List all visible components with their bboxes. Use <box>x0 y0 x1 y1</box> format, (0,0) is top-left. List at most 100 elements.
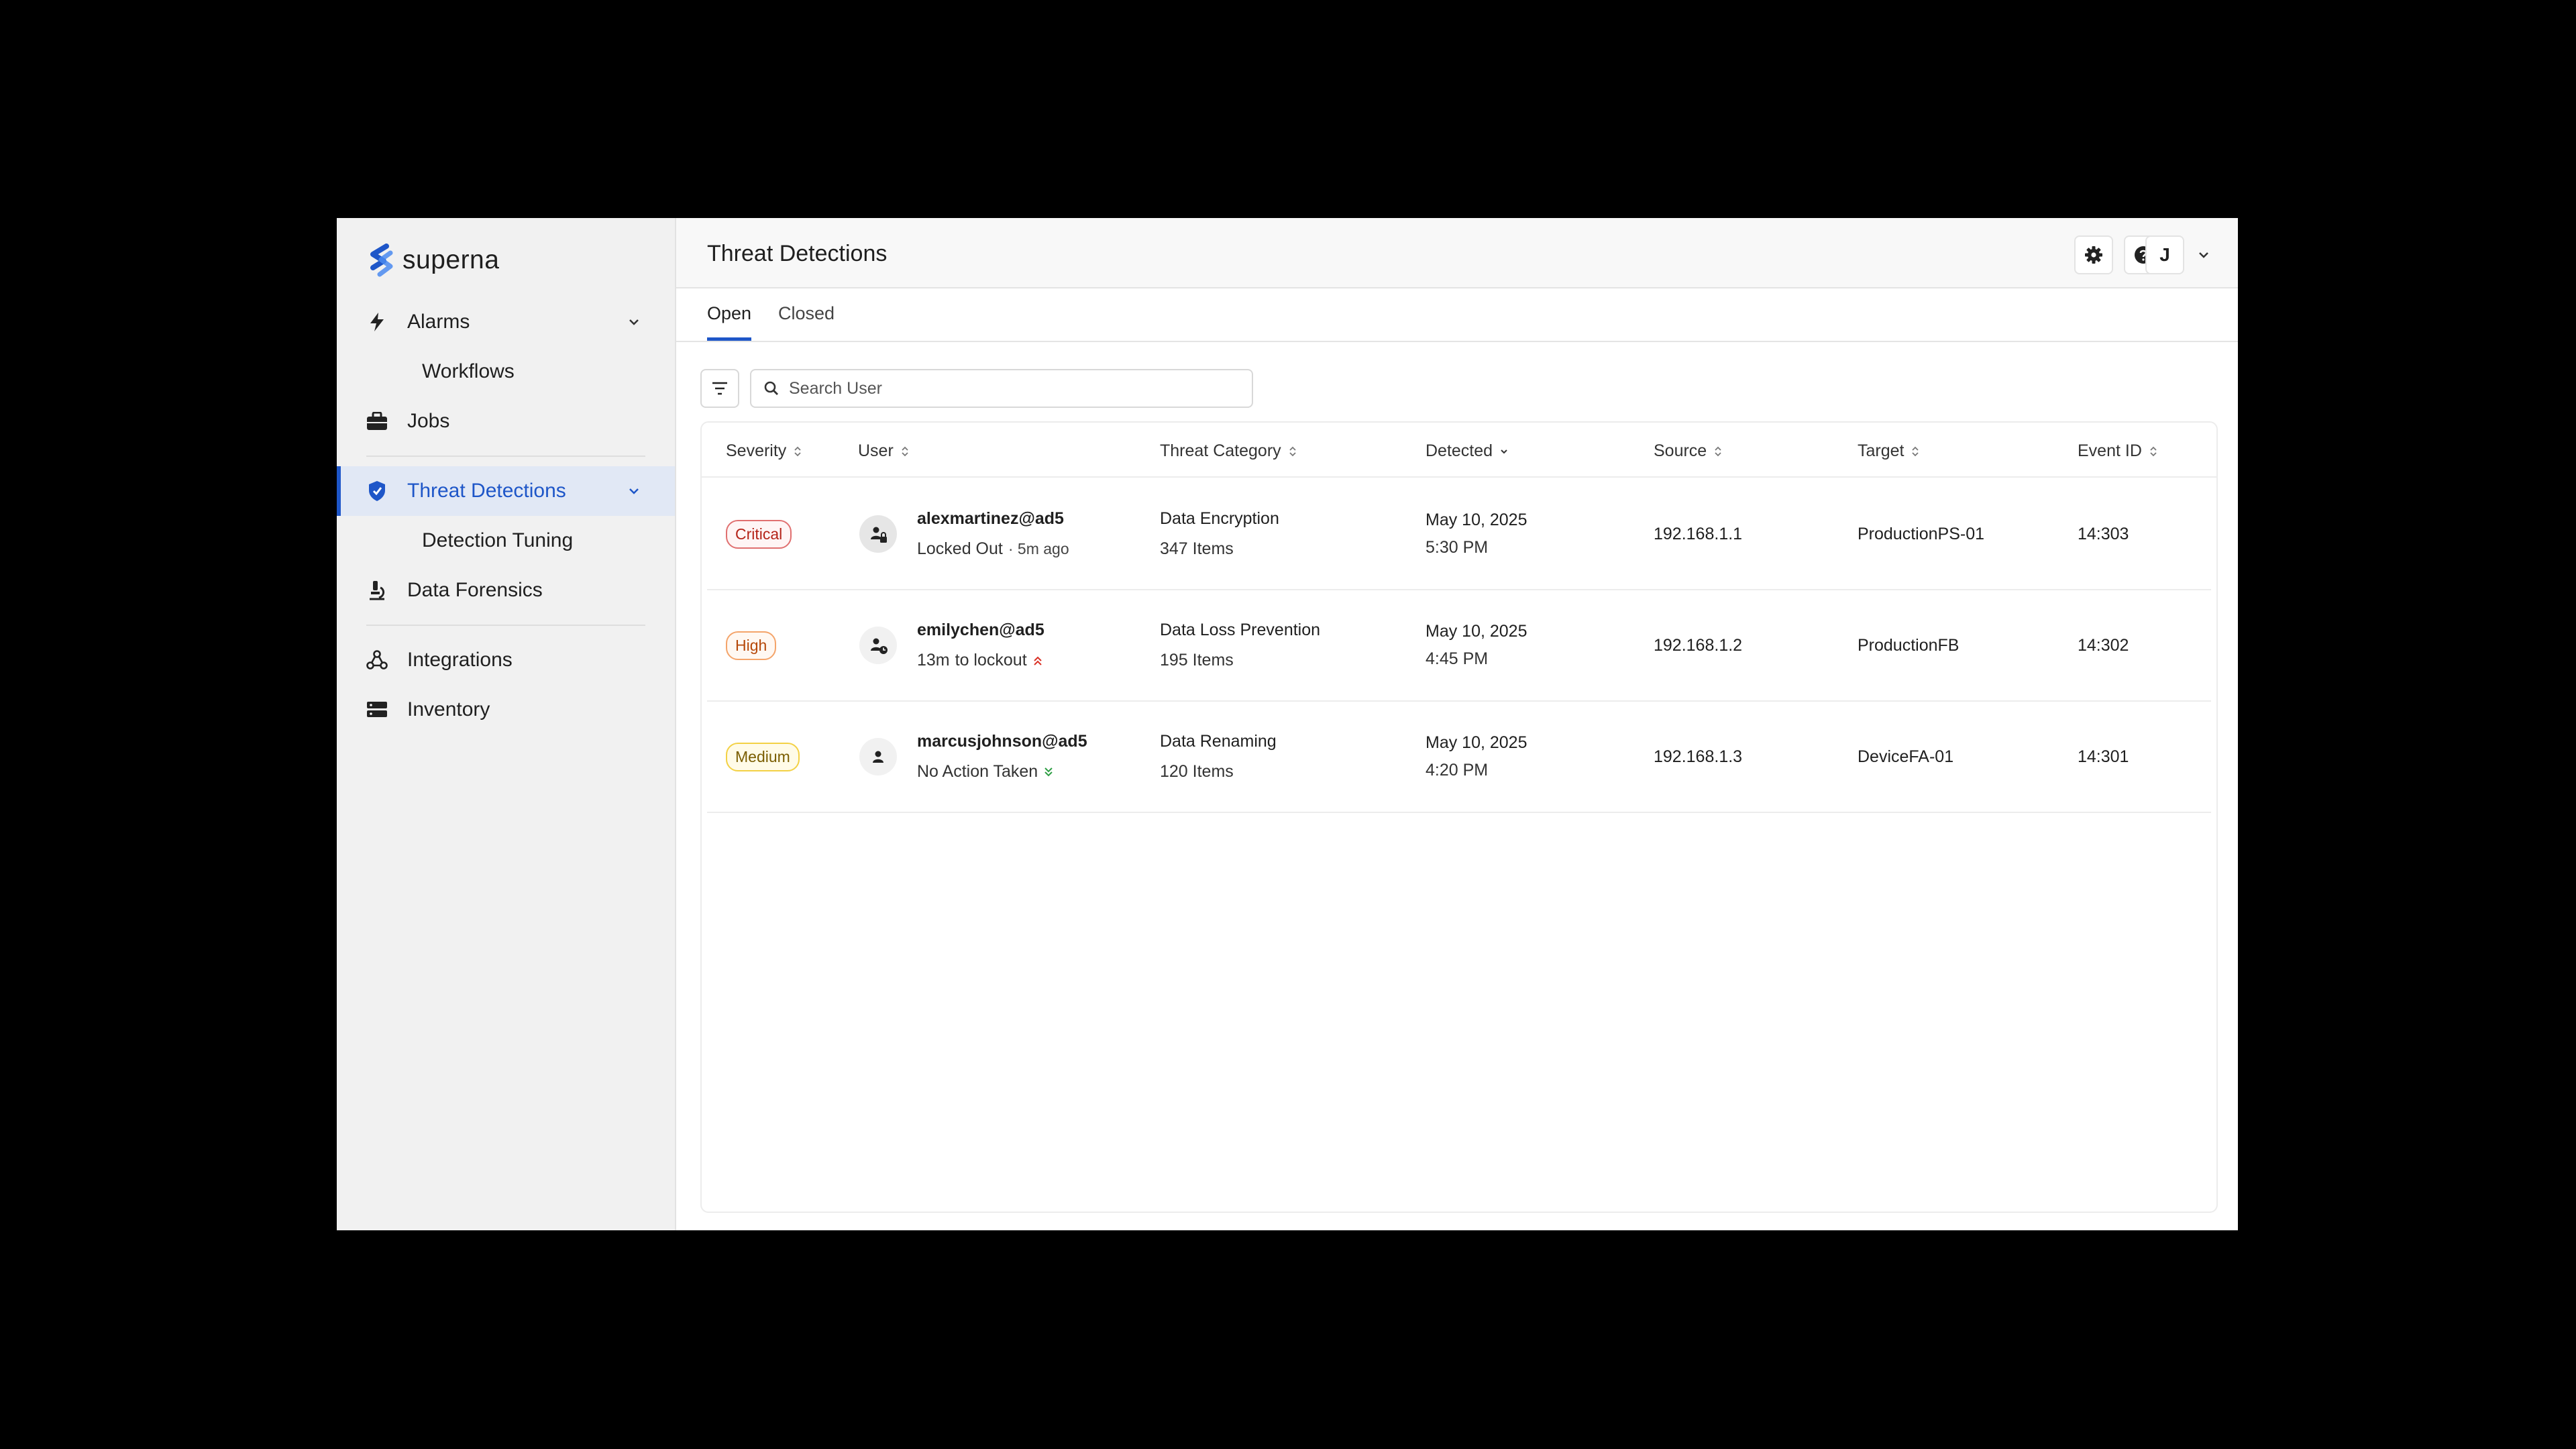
detected-cell: May 10, 2025 4:20 PM <box>1426 702 1527 812</box>
threat-category: Data Loss Prevention <box>1160 621 1321 639</box>
user-locked-icon <box>859 515 897 553</box>
status-detail: to lockout <box>955 651 1027 669</box>
sidebar-item-integrations[interactable]: Integrations <box>337 635 675 685</box>
user-status: Locked Out · 5m ago <box>917 539 1069 559</box>
sidebar-item-alarms[interactable]: Alarms <box>337 297 675 347</box>
threat-category: Data Encryption <box>1160 509 1279 528</box>
search-box[interactable] <box>750 369 1253 408</box>
sort-icon <box>1912 446 1919 456</box>
user-name[interactable]: emilychen@ad5 <box>917 621 1044 640</box>
logo[interactable]: superna <box>366 244 499 277</box>
deescalate-icon <box>1044 767 1053 776</box>
microscope-icon <box>365 578 389 602</box>
table-row[interactable]: High emilychen@ad5 13m to lockout Data L… <box>707 590 2211 702</box>
sidebar-item-label: Integrations <box>407 649 513 671</box>
status-text: No Action Taken <box>917 762 1038 781</box>
sidebar-item-label: Workflows <box>422 360 515 382</box>
source-ip: 192.168.1.2 <box>1654 635 1743 655</box>
detected-date: May 10, 2025 <box>1426 733 1527 752</box>
sort-icon <box>902 446 908 456</box>
target-cell: ProductionPS-01 <box>1858 479 1984 589</box>
user-cell: marcusjohnson@ad5 No Action Taken <box>859 702 1155 812</box>
table-header: Severity User Threat Category Detected S… <box>702 423 2216 478</box>
item-count: 195 Items <box>1160 651 1234 669</box>
filter-button[interactable] <box>700 369 739 408</box>
avatar[interactable]: J <box>2145 235 2184 274</box>
sidebar-item-inventory[interactable]: Inventory <box>337 685 675 735</box>
column-header-detected[interactable]: Detected <box>1426 441 1509 461</box>
shield-icon <box>365 479 389 503</box>
search-input[interactable] <box>789 378 1218 398</box>
sidebar-item-detection-tuning[interactable]: Detection Tuning <box>337 516 675 566</box>
event-id-cell: 14:302 <box>2078 590 2129 700</box>
gear-icon <box>2085 246 2102 264</box>
source-cell: 192.168.1.1 <box>1654 479 1742 589</box>
sort-desc-icon <box>1501 449 1507 453</box>
chevron-down-icon[interactable] <box>627 484 641 498</box>
event-id-cell: 14:303 <box>2078 479 2129 589</box>
table-row[interactable]: Medium marcusjohnson@ad5 No Action Taken <box>707 702 2211 813</box>
sidebar-item-label: Threat Detections <box>407 480 566 502</box>
page-title: Threat Detections <box>707 241 888 266</box>
detected-time: 4:45 PM <box>1426 649 1489 668</box>
sidebar-item-label: Inventory <box>407 698 490 720</box>
item-count: 347 Items <box>1160 539 1234 558</box>
column-label: Severity <box>726 441 787 460</box>
chevron-down-icon[interactable] <box>2196 248 2211 262</box>
tab-closed[interactable]: Closed <box>778 303 835 337</box>
bolt-icon <box>365 310 389 334</box>
user-clock-icon <box>859 627 897 664</box>
detected-time: 4:20 PM <box>1426 761 1489 780</box>
column-label: Threat Category <box>1160 441 1281 460</box>
severity-badge: High <box>726 631 777 660</box>
column-header-severity[interactable]: Severity <box>726 441 802 461</box>
user-status: No Action Taken <box>917 762 1087 782</box>
detected-date: May 10, 2025 <box>1426 622 1527 641</box>
sidebar-item-jobs[interactable]: Jobs <box>337 396 675 446</box>
column-header-threat-category[interactable]: Threat Category <box>1160 441 1297 461</box>
severity-cell: Medium <box>726 702 800 812</box>
severity-cell: High <box>726 590 777 700</box>
column-label: Target <box>1858 441 1904 460</box>
superna-logo-icon <box>370 244 393 277</box>
sidebar-item-data-forensics[interactable]: Data Forensics <box>337 566 675 615</box>
category-cell: Data Renaming 120 Items <box>1160 702 1277 812</box>
filter-icon <box>712 382 727 395</box>
chevron-down-icon[interactable] <box>627 315 641 329</box>
status-text: 13m <box>917 651 950 669</box>
column-header-user[interactable]: User <box>858 441 910 461</box>
sidebar: superna Alarms Workflows Jobs Threat Det… <box>337 218 676 1230</box>
briefcase-icon <box>365 409 389 433</box>
status-timestamp: · 5m ago <box>1008 540 1069 557</box>
sidebar-item-threat-detections[interactable]: Threat Detections <box>337 466 675 516</box>
user-name[interactable]: marcusjohnson@ad5 <box>917 732 1087 751</box>
user-name[interactable]: alexmartinez@ad5 <box>917 509 1069 529</box>
user-menu[interactable]: J <box>2145 235 2211 274</box>
column-header-target[interactable]: Target <box>1858 441 1920 461</box>
target-name: ProductionPS-01 <box>1858 524 1985 543</box>
settings-button[interactable] <box>2074 235 2113 274</box>
escalate-icon <box>1033 656 1042 665</box>
column-header-event-id[interactable]: Event ID <box>2078 441 2158 461</box>
sort-icon <box>794 446 801 456</box>
user-info: alexmartinez@ad5 Locked Out · 5m ago <box>917 509 1069 559</box>
event-id: 14:302 <box>2078 635 2129 655</box>
source-cell: 192.168.1.3 <box>1654 702 1742 812</box>
user-cell: alexmartinez@ad5 Locked Out · 5m ago <box>859 479 1155 589</box>
sidebar-item-workflows[interactable]: Workflows <box>337 347 675 396</box>
target-name: ProductionFB <box>1858 635 1960 655</box>
detected-date: May 10, 2025 <box>1426 511 1527 529</box>
content-panel: Severity User Threat Category Detected S… <box>676 342 2238 1230</box>
table-row[interactable]: Critical alexmartinez@ad5 Locked Out · 5… <box>707 479 2211 590</box>
sort-icon <box>2150 446 2157 456</box>
tab-open[interactable]: Open <box>707 303 752 341</box>
target-name: DeviceFA-01 <box>1858 747 1954 766</box>
threat-category: Data Renaming <box>1160 732 1277 751</box>
user-info: marcusjohnson@ad5 No Action Taken <box>917 732 1087 782</box>
sidebar-item-label: Data Forensics <box>407 579 543 601</box>
column-label: User <box>858 441 894 460</box>
user-status: 13m to lockout <box>917 651 1044 670</box>
source-ip: 192.168.1.1 <box>1654 524 1743 543</box>
column-header-source[interactable]: Source <box>1654 441 1723 461</box>
category-cell: Data Loss Prevention 195 Items <box>1160 590 1320 700</box>
